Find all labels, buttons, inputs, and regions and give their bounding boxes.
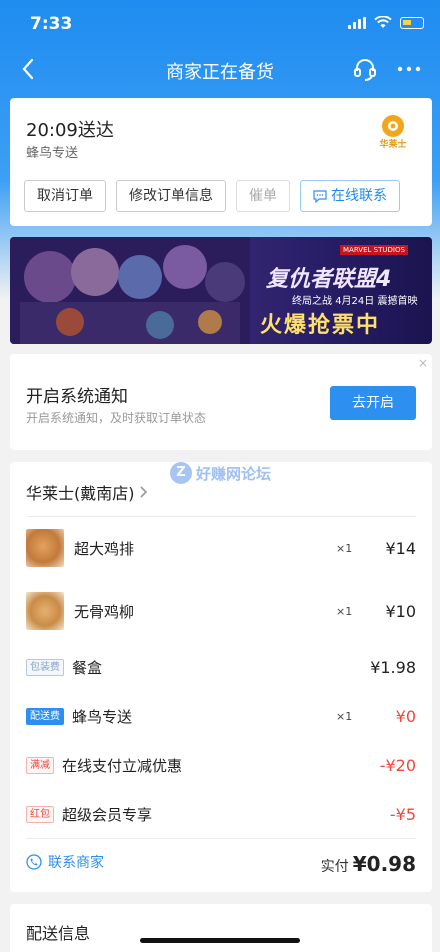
shipping-title: 配送信息 [26, 924, 91, 943]
banner-title: 复仇者联盟4 [266, 267, 392, 292]
banner-subtitle: 终局之战 [292, 296, 332, 307]
fee-row: 配送费 蜂鸟专送 ×1 ¥0 [26, 701, 416, 731]
paid-value: ¥0.98 [352, 852, 416, 876]
fee-name: 超级会员专享 [62, 805, 153, 824]
battery-icon [400, 16, 424, 29]
enable-notification-button[interactable]: 去开启 [330, 386, 416, 420]
online-contact-label: 在线联系 [331, 188, 387, 204]
item-qty: ×1 [336, 541, 353, 555]
contact-merchant-button[interactable]: 联系商家 [26, 852, 104, 872]
divider [26, 838, 416, 839]
wifi-icon [374, 16, 392, 28]
phone-icon [26, 854, 42, 870]
paid-label: 实付 [320, 859, 349, 875]
order-actions: 取消订单 修改订单信息 催单 在线联系 [24, 180, 400, 212]
status-bar: 7:33 [0, 0, 440, 48]
urge-order-button[interactable]: 催单 [236, 180, 290, 212]
discount-tag: 满减 [26, 756, 54, 774]
food-thumbnail [26, 529, 64, 567]
forum-watermark: Z 好赚网论坛 [170, 462, 271, 484]
banner-date: 终局之战 4月24日 震撼首映 [292, 292, 417, 307]
signal-icon [348, 16, 366, 29]
more-icon[interactable] [394, 56, 424, 82]
red-packet-tag: 红包 [26, 805, 54, 823]
modify-order-button[interactable]: 修改订单信息 [116, 180, 226, 212]
contact-merchant-label: 联系商家 [48, 855, 104, 871]
item-price: ¥14 [385, 538, 416, 558]
customer-service-icon[interactable] [352, 56, 378, 82]
item-name: 超大鸡排 [74, 539, 135, 558]
item-name: 无骨鸡柳 [74, 602, 135, 621]
eta-text: 20:09送达 [26, 120, 114, 141]
nav-bar: 商家正在备货 [0, 48, 440, 94]
delivery-fee-tag: 配送费 [26, 707, 64, 725]
item-price: ¥10 [385, 601, 416, 621]
order-item: 超大鸡排 ×1 ¥14 [26, 529, 416, 567]
rider-text: 蜂鸟专送 [26, 146, 79, 161]
store-name-link[interactable]: 华莱士(戴南店) [26, 480, 149, 504]
food-thumbnail [26, 592, 64, 630]
divider [26, 516, 416, 517]
fee-price: ¥1.98 [370, 657, 416, 677]
shipping-card: 配送信息 [10, 904, 432, 952]
notification-subtitle: 开启系统通知，及时获取订单状态 [26, 411, 207, 425]
notification-title: 开启系统通知 [26, 387, 128, 407]
banner-date-text: 4月24日 震撼首映 [335, 296, 418, 307]
home-indicator[interactable] [140, 938, 300, 943]
order-card: Z 好赚网论坛 华莱士(戴南店) 超大鸡排 ×1 ¥14 无骨鸡柳 ×1 ¥10… [10, 462, 432, 892]
status-icons [348, 16, 424, 29]
paid-total: 实付 ¥0.98 [321, 852, 416, 876]
status-time: 7:33 [30, 14, 73, 34]
fee-name: 蜂鸟专送 [72, 707, 133, 726]
chat-icon [313, 189, 327, 203]
brand-logo-text: 华莱士 [379, 138, 406, 150]
store-name: 华莱士(戴南店) [26, 484, 135, 503]
cancel-order-button[interactable]: 取消订单 [24, 180, 106, 212]
fee-price: -¥5 [389, 804, 416, 824]
order-item: 无骨鸡柳 ×1 ¥10 [26, 592, 416, 630]
fee-row: 红包 超级会员专享 -¥5 [26, 799, 416, 829]
promo-banner[interactable]: MARVEL STUDIOS 复仇者联盟4 终局之战 4月24日 震撼首映 火爆… [10, 237, 432, 344]
close-icon[interactable]: × [418, 356, 428, 370]
fee-name: 在线支付立减优惠 [62, 756, 183, 775]
fee-row: 包装费 餐盒 ¥1.98 [26, 652, 416, 682]
chevron-right-icon [139, 486, 147, 498]
item-qty: ×1 [336, 604, 353, 618]
packing-fee-tag: 包装费 [26, 658, 64, 676]
notification-card: × 开启系统通知 开启系统通知，及时获取订单状态 去开启 [10, 354, 432, 450]
watermark-text: 好赚网论坛 [196, 464, 272, 483]
fee-price: ¥0 [395, 706, 416, 726]
online-contact-button[interactable]: 在线联系 [300, 180, 400, 212]
fee-qty: ×1 [336, 709, 353, 723]
delivery-card: 20:09送达 蜂鸟专送 华莱士 取消订单 修改订单信息 催单 在线联系 [10, 98, 432, 226]
banner-heroes-image [10, 237, 250, 344]
brand-logo: 华莱士 [378, 115, 408, 150]
watermark-logo: Z [170, 462, 192, 484]
fee-price: -¥20 [379, 755, 416, 775]
banner-cta: 火爆抢票中 [260, 313, 381, 338]
fee-name: 餐盒 [72, 658, 103, 677]
fee-row: 满减 在线支付立减优惠 -¥20 [26, 750, 416, 780]
banner-studio: MARVEL STUDIOS [340, 245, 408, 255]
